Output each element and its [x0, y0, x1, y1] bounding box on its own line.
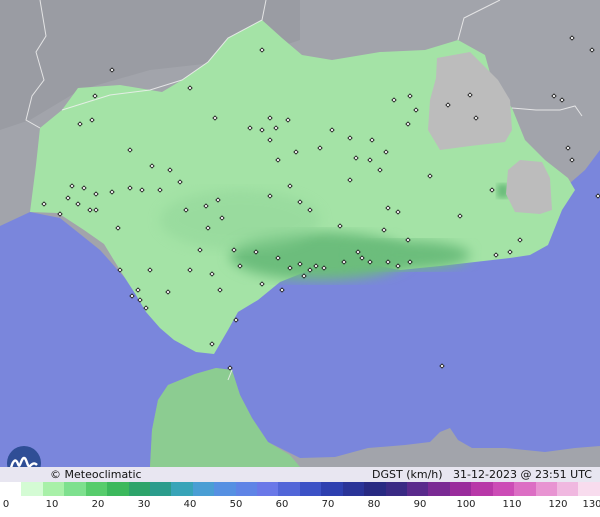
color-scale-labels: 0 10 20 30 40 50 60 70 80 90 100 110 120 130: [0, 497, 600, 517]
time-label: 23:51 UTC: [534, 468, 592, 481]
map-canvas: [0, 0, 600, 467]
info-bar: © Meteoclimatic DGST (km/h) 31-12-2023 @…: [0, 467, 600, 482]
scale-label: 80: [367, 499, 381, 510]
scale-swatch: [299, 482, 322, 496]
scale-label: 120: [548, 499, 568, 510]
scale-label: 110: [502, 499, 522, 510]
weather-map: © Meteoclimatic DGST (km/h) 31-12-2023 @…: [0, 0, 600, 517]
scale-swatch: [85, 482, 108, 496]
scale-swatch: [535, 482, 557, 496]
scale-label: 30: [137, 499, 151, 510]
scale-swatch: [149, 482, 172, 496]
scale-swatch: [449, 482, 472, 496]
scale-label: 130: [582, 499, 600, 510]
scale-swatch: [492, 482, 515, 496]
scale-swatch: [278, 482, 300, 496]
scale-label: 10: [45, 499, 59, 510]
scale-swatch: [128, 482, 150, 496]
scale-label: 60: [275, 499, 289, 510]
scale-swatch: [471, 482, 493, 496]
scale-label: 70: [321, 499, 335, 510]
scale-swatch: [235, 482, 258, 496]
scale-swatch: [385, 482, 408, 496]
scale-swatch: [257, 482, 279, 496]
scale-swatch: [0, 482, 22, 496]
scale-swatch: [407, 482, 429, 496]
product-label: DGST (km/h): [372, 468, 443, 481]
scale-swatch: [42, 482, 65, 496]
scale-swatch: [192, 482, 215, 496]
scale-label: 90: [413, 499, 427, 510]
product-timestamp: DGST (km/h) 31-12-2023 @ 23:51 UTC: [372, 467, 592, 482]
scale-swatch: [107, 482, 129, 496]
scale-swatch: [428, 482, 450, 496]
at-sign: @: [520, 468, 532, 481]
scale-label: 50: [229, 499, 243, 510]
scale-swatch: [214, 482, 236, 496]
scale-swatch: [64, 482, 86, 496]
scale-swatch: [321, 482, 343, 496]
scale-label: 0: [2, 499, 10, 510]
scale-swatch: [21, 482, 43, 496]
scale-swatch: [171, 482, 193, 496]
color-scale-bar: [0, 482, 600, 496]
scale-swatch: [578, 482, 600, 496]
scale-swatch: [556, 482, 579, 496]
scale-label: 40: [183, 499, 197, 510]
scale-label: 20: [91, 499, 105, 510]
date-label: 31-12-2023: [453, 468, 517, 481]
scale-swatch: [342, 482, 365, 496]
scale-swatch: [364, 482, 386, 496]
brand-credit: © Meteoclimatic: [50, 468, 142, 481]
scale-label: 100: [456, 499, 476, 510]
scale-swatch: [514, 482, 536, 496]
